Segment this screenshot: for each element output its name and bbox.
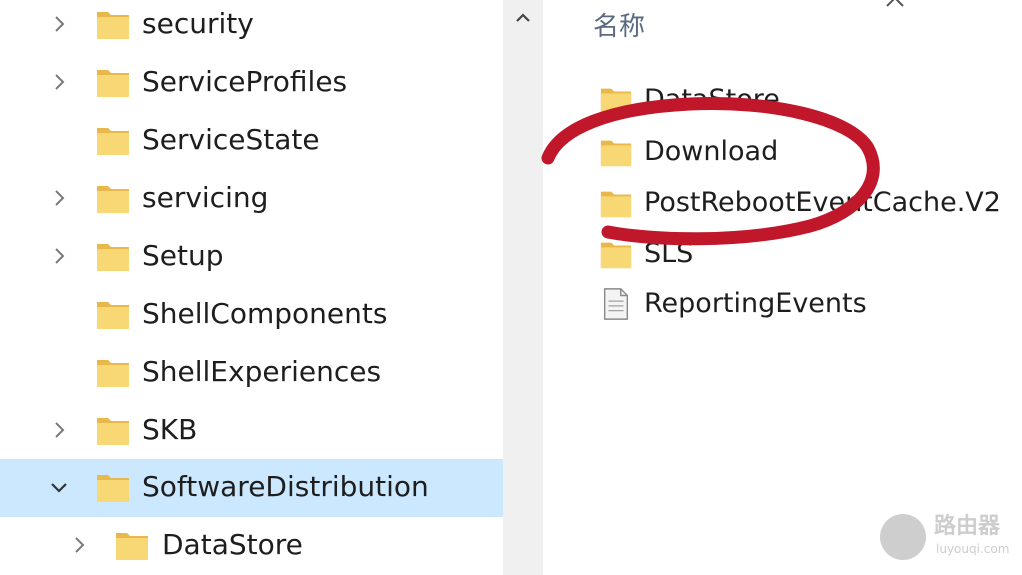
tree-item-shellexperiences[interactable]: ShellExperiences	[0, 344, 503, 402]
tree-item-servicing[interactable]: servicing	[0, 170, 503, 228]
tree-item-datastore[interactable]: DataStore	[0, 517, 503, 575]
list-item-label: ReportingEvents	[644, 288, 867, 319]
folder-icon	[116, 533, 148, 560]
folder-icon	[97, 128, 129, 155]
folder-icon	[97, 302, 129, 329]
tree-item-servicestate[interactable]: ServiceState	[0, 112, 503, 170]
tree-item-label: Setup	[142, 239, 224, 272]
watermark-text: 路由器	[934, 514, 1001, 539]
list-item-sls[interactable]: SLS	[543, 229, 1022, 279]
tree-item-label: ServiceProfiles	[142, 65, 348, 98]
list-item-datastore[interactable]: DataStore	[543, 75, 1022, 125]
scroll-up-icon[interactable]	[511, 6, 535, 30]
list-item-postrebooteventcache[interactable]: PostRebootEventCache.V2	[543, 178, 1022, 228]
folder-icon	[600, 140, 632, 167]
chevron-right-icon[interactable]	[44, 415, 74, 445]
chevron-down-icon[interactable]	[44, 472, 74, 502]
tree-item-security[interactable]: security	[0, 0, 503, 54]
list-item-label: DataStore	[644, 84, 780, 115]
list-item-download[interactable]: Download	[543, 127, 1022, 177]
folder-icon	[97, 70, 129, 97]
tree-item-label: SoftwareDistribution	[142, 470, 429, 503]
tree-item-label: servicing	[142, 181, 269, 214]
chevron-right-icon[interactable]	[44, 9, 74, 39]
navigation-tree: security ServiceProfiles ServiceState se…	[0, 0, 503, 575]
chevron-right-icon[interactable]	[44, 67, 74, 97]
tree-item-softwaredistribution[interactable]: SoftwareDistribution	[0, 459, 503, 517]
folder-icon	[97, 12, 129, 39]
watermark-subtext: luyouqi.com	[936, 542, 1010, 556]
column-header-name[interactable]: 名称	[593, 10, 645, 44]
folder-icon	[97, 418, 129, 445]
tree-item-label: ServiceState	[142, 123, 320, 156]
tree-item-label: ShellComponents	[142, 297, 388, 330]
chevron-right-icon[interactable]	[64, 530, 94, 560]
list-item-label: SLS	[644, 238, 694, 269]
folder-icon	[97, 186, 129, 213]
tree-item-shellcomponents[interactable]: ShellComponents	[0, 286, 503, 344]
tree-item-label: security	[142, 7, 254, 40]
list-item-label: PostRebootEventCache.V2	[644, 187, 1001, 218]
chevron-right-icon[interactable]	[44, 241, 74, 271]
tree-item-setup[interactable]: Setup	[0, 228, 503, 286]
tree-item-skb[interactable]: SKB	[0, 402, 503, 460]
watermark-logo: 路由器 luyouqi.com	[880, 510, 1020, 570]
router-logo-icon	[880, 514, 926, 560]
tree-scrollbar[interactable]	[503, 0, 543, 575]
folder-icon	[600, 242, 632, 269]
close-icon[interactable]	[883, 0, 907, 10]
tree-item-label: SKB	[142, 413, 198, 446]
file-icon	[603, 288, 629, 320]
folder-icon	[97, 475, 129, 502]
tree-item-label: DataStore	[162, 528, 303, 561]
chevron-right-icon[interactable]	[44, 183, 74, 213]
folder-icon	[600, 88, 632, 115]
folder-icon	[97, 360, 129, 387]
tree-item-serviceprofiles[interactable]: ServiceProfiles	[0, 54, 503, 112]
folder-icon	[600, 191, 632, 218]
list-item-label: Download	[644, 136, 779, 167]
folder-icon	[97, 244, 129, 271]
list-item-reportingevents[interactable]: ReportingEvents	[543, 279, 1022, 329]
tree-item-label: ShellExperiences	[142, 355, 382, 388]
file-list: 名称 DataStore Download PostRebootEventCac…	[543, 0, 1022, 575]
